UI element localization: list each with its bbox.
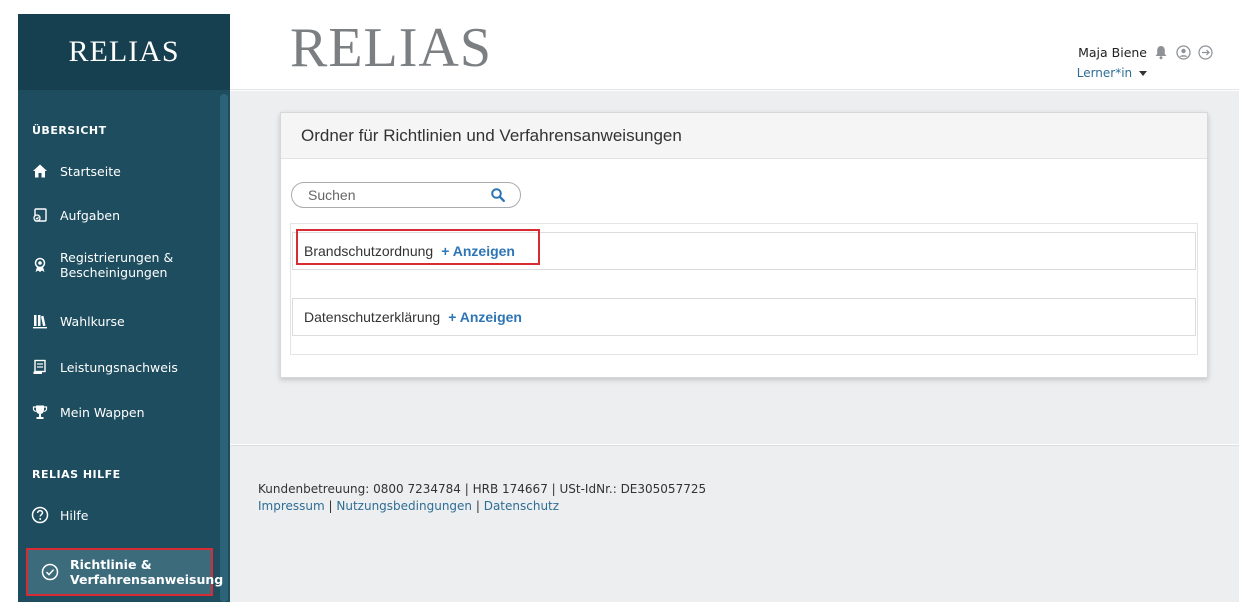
section-heading-overview: ÜBERSICHT xyxy=(32,124,107,137)
sidebar-item-registrierungen[interactable]: Registrierungen & Bescheinigungen xyxy=(18,248,218,282)
panel-title: Ordner für Richtlinien und Verfahrensanw… xyxy=(281,113,1207,159)
caret-down-icon xyxy=(1139,71,1147,76)
user-circle-icon[interactable] xyxy=(1175,44,1191,60)
logout-icon[interactable] xyxy=(1197,44,1213,60)
sidebar-scrollbar[interactable] xyxy=(220,94,228,602)
policy-folder-panel: Ordner für Richtlinien und Verfahrensanw… xyxy=(280,112,1208,378)
sidebar-item-mein-wappen[interactable]: Mein Wappen xyxy=(18,401,218,423)
user-name: Maja Biene xyxy=(1078,45,1147,60)
sidebar-item-label: Registrierungen & Bescheinigungen xyxy=(60,250,174,280)
section-heading-help: RELIAS HILFE xyxy=(32,468,121,481)
sidebar: RELIAS ÜBERSICHT Startseite Aufgaben Reg… xyxy=(18,14,230,602)
role-dropdown[interactable]: Lerner*in xyxy=(1077,66,1147,80)
sidebar-item-startseite[interactable]: Startseite xyxy=(18,160,218,182)
sidebar-item-leistungsnachweis[interactable]: Leistungsnachweis xyxy=(18,356,218,378)
sidebar-item-richtlinie[interactable]: Richtlinie & Verfahrensanweisung xyxy=(26,548,223,596)
footer: Kundenbetreuung: 0800 7234784 | HRB 1746… xyxy=(230,445,1239,602)
search-input[interactable] xyxy=(292,187,472,203)
check-circle-icon xyxy=(40,562,60,582)
main-content: Ordner für Richtlinien und Verfahrensanw… xyxy=(230,91,1239,444)
footer-separator: | xyxy=(324,499,337,513)
sidebar-logo-text: RELIAS xyxy=(68,35,180,68)
question-icon xyxy=(30,505,50,525)
highlight-frame xyxy=(296,229,540,265)
brand-logo[interactable]: RELIAS xyxy=(290,16,492,80)
sidebar-item-aufgaben[interactable]: Aufgaben xyxy=(18,204,218,226)
sidebar-item-hilfe[interactable]: Hilfe xyxy=(18,504,218,526)
sidebar-item-label: Wahlkurse xyxy=(60,313,125,329)
impressum-link[interactable]: Impressum xyxy=(258,499,325,513)
top-header: RELIAS Maja Biene Lerner*in xyxy=(230,14,1239,90)
search-box xyxy=(291,182,521,208)
datenschutz-link[interactable]: Datenschutz xyxy=(484,499,559,513)
app-window: RELIAS ÜBERSICHT Startseite Aufgaben Reg… xyxy=(0,0,1239,602)
sidebar-item-label: Hilfe xyxy=(60,507,89,523)
sidebar-item-label: Aufgaben xyxy=(60,207,121,223)
sidebar-item-label: Startseite xyxy=(60,163,121,179)
tasks-icon xyxy=(30,205,50,225)
transcript-icon xyxy=(30,357,50,377)
footer-contact-info: Kundenbetreuung: 0800 7234784 | HRB 1746… xyxy=(258,482,707,496)
sidebar-item-label: Leistungsnachweis xyxy=(60,359,178,375)
show-folder-link[interactable]: + Anzeigen xyxy=(448,309,522,325)
sidebar-item-label: Mein Wappen xyxy=(60,404,145,420)
search-icon[interactable] xyxy=(490,187,506,203)
folder-row-datenschutzerklaerung: Datenschutzerklärung + Anzeigen xyxy=(292,298,1196,336)
role-label: Lerner*in xyxy=(1076,66,1133,80)
nutzungsbedingungen-link[interactable]: Nutzungsbedingungen xyxy=(336,499,472,513)
sidebar-item-wahlkurse[interactable]: Wahlkurse xyxy=(18,310,218,332)
home-icon xyxy=(30,161,50,181)
badge-icon xyxy=(30,255,50,275)
sidebar-logo[interactable]: RELIAS xyxy=(18,14,230,90)
bell-icon[interactable] xyxy=(1153,44,1169,60)
folder-name: Datenschutzerklärung xyxy=(304,309,441,325)
footer-links: Impressum | Nutzungsbedingungen | Datens… xyxy=(258,499,559,513)
library-icon xyxy=(30,311,50,331)
sidebar-item-label: Richtlinie & Verfahrensanweisung xyxy=(70,557,224,587)
trophy-icon xyxy=(30,402,50,422)
folder-list: Brandschutzordnung + Anzeigen Datenschut… xyxy=(290,223,1198,355)
footer-separator: | xyxy=(472,499,484,513)
